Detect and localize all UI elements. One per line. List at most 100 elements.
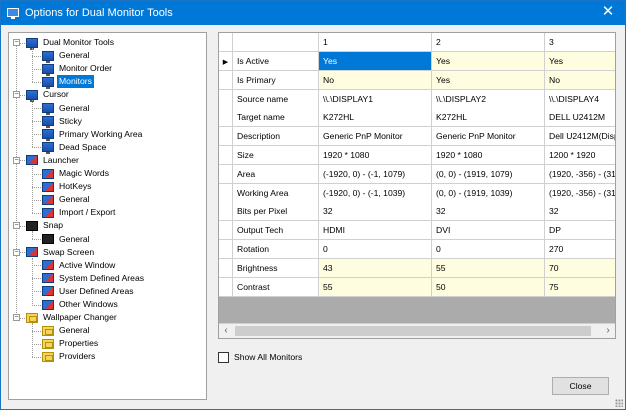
cell-target-name-monitor-2[interactable]: K272HL — [432, 108, 545, 128]
cell-is-active-monitor-3[interactable]: Yes — [545, 52, 615, 71]
cell-bits-per-pixel-monitor-3[interactable]: 32 — [545, 202, 615, 222]
tree-item-sticky[interactable]: Sticky — [57, 115, 84, 128]
collapse-icon[interactable]: − — [13, 222, 20, 230]
cell-description-monitor-2[interactable]: Generic PnP Monitor — [432, 127, 545, 147]
cell-rotation-monitor-1[interactable]: 0 — [319, 240, 432, 259]
tree-item-general[interactable]: General — [57, 102, 92, 115]
cell-is-primary-monitor-3[interactable]: No — [545, 70, 615, 90]
cell-target-name-monitor-1[interactable]: K272HL — [319, 108, 432, 128]
row-header[interactable] — [219, 146, 233, 165]
row-header[interactable] — [219, 183, 233, 203]
cell-size-monitor-1[interactable]: 1920 * 1080 — [319, 146, 432, 165]
cell-working-area-monitor-3[interactable]: (1920, -356) - (31 — [545, 183, 615, 203]
property-name-source-name: Source name — [233, 89, 319, 109]
row-header[interactable]: ▶ — [219, 52, 233, 71]
cell-rotation-monitor-2[interactable]: 0 — [432, 240, 545, 259]
tree-item-user-defined-areas[interactable]: User Defined Areas — [57, 285, 136, 298]
tree-item-launcher[interactable]: Launcher — [41, 154, 81, 167]
horizontal-scrollbar[interactable]: ‹ › — [219, 323, 615, 338]
tree-item-hotkeys[interactable]: HotKeys — [57, 180, 93, 193]
tree-item-properties[interactable]: Properties — [57, 337, 100, 350]
tree-item-providers[interactable]: Providers — [57, 350, 97, 363]
row-header[interactable] — [219, 108, 233, 128]
cell-bits-per-pixel-monitor-2[interactable]: 32 — [432, 202, 545, 222]
cell-output-tech-monitor-1[interactable]: HDMI — [319, 221, 432, 241]
cell-source-name-monitor-1[interactable]: \\.\DISPLAY1 — [319, 89, 432, 109]
grid-corner-header[interactable] — [219, 33, 233, 52]
cell-is-primary-monitor-2[interactable]: Yes — [432, 70, 545, 90]
tree-item-wallpaper-changer[interactable]: Wallpaper Changer — [41, 311, 119, 324]
row-header[interactable] — [219, 240, 233, 259]
cell-is-active-monitor-1[interactable]: Yes — [319, 52, 432, 71]
monitors-grid[interactable]: 1 2 3 ▶ Is Active Yes Yes Yes Is Primary No Yes No S… — [218, 32, 616, 339]
row-header[interactable] — [219, 164, 233, 184]
cell-bits-per-pixel-monitor-1[interactable]: 32 — [319, 202, 432, 222]
row-header[interactable] — [219, 89, 233, 109]
cell-area-monitor-2[interactable]: (0, 0) - (1919, 1079) — [432, 164, 545, 184]
cell-brightness-monitor-3[interactable]: 70 — [545, 258, 615, 278]
grid-property-header[interactable] — [233, 33, 319, 52]
collapse-icon[interactable]: − — [13, 314, 20, 322]
tree-item-import-export[interactable]: Import / Export — [57, 206, 117, 219]
cell-contrast-monitor-2[interactable]: 50 — [432, 277, 545, 297]
cell-description-monitor-3[interactable]: Dell U2412M(Disp — [545, 127, 615, 147]
cell-area-monitor-3[interactable]: (1920, -356) - (31 — [545, 164, 615, 184]
cell-brightness-monitor-2[interactable]: 55 — [432, 258, 545, 278]
cell-working-area-monitor-2[interactable]: (0, 0) - (1919, 1039) — [432, 183, 545, 203]
tree-item-magic-words[interactable]: Magic Words — [57, 167, 111, 180]
row-header[interactable] — [219, 70, 233, 90]
cell-output-tech-monitor-2[interactable]: DVI — [432, 221, 545, 241]
wallpaper-icon — [42, 325, 54, 336]
cell-rotation-monitor-3[interactable]: 270 — [545, 240, 615, 259]
close-icon[interactable]: ✕ — [599, 3, 617, 21]
cell-description-monitor-1[interactable]: Generic PnP Monitor — [319, 127, 432, 147]
resize-grip[interactable] — [615, 399, 623, 407]
cell-contrast-monitor-1[interactable]: 55 — [319, 277, 432, 297]
tree-item-general[interactable]: General — [57, 324, 92, 337]
options-tree[interactable]: Dual Monitor Tools − General Monitor Order M… — [8, 32, 207, 400]
row-header[interactable] — [219, 277, 233, 297]
collapse-icon[interactable]: − — [13, 91, 20, 99]
grid-column-header-3[interactable]: 3 — [545, 33, 615, 52]
row-header[interactable] — [219, 202, 233, 222]
tree-item-general[interactable]: General — [57, 193, 92, 206]
tree-item-dead-space[interactable]: Dead Space — [57, 141, 108, 154]
show-all-monitors-checkbox[interactable] — [218, 352, 229, 363]
cell-is-active-monitor-2[interactable]: Yes — [432, 52, 545, 71]
scroll-thumb[interactable] — [235, 326, 591, 336]
tree-item-snap[interactable]: Snap — [41, 219, 65, 232]
cell-is-primary-monitor-1[interactable]: No — [319, 70, 432, 90]
scroll-left-icon[interactable]: ‹ — [219, 324, 233, 338]
tree-item-cursor[interactable]: Cursor — [41, 88, 71, 101]
cell-area-monitor-1[interactable]: (-1920, 0) - (-1, 1079) — [319, 164, 432, 184]
row-header[interactable] — [219, 221, 233, 241]
tree-item-general[interactable]: General — [57, 49, 92, 62]
collapse-icon[interactable]: − — [13, 39, 20, 46]
tree-item-swap-screen[interactable]: Swap Screen — [41, 246, 96, 259]
cell-brightness-monitor-1[interactable]: 43 — [319, 258, 432, 278]
tree-item-system-defined-areas[interactable]: System Defined Areas — [57, 272, 146, 285]
cell-source-name-monitor-2[interactable]: \\.\DISPLAY2 — [432, 89, 545, 109]
tree-item-monitors[interactable]: Monitors — [57, 75, 94, 89]
tree-item-other-windows[interactable]: Other Windows — [57, 298, 120, 311]
cell-output-tech-monitor-3[interactable]: DP — [545, 221, 615, 241]
tree-item-general[interactable]: General — [57, 233, 92, 246]
tree-item-dual-monitor-tools[interactable]: Dual Monitor Tools — [41, 36, 116, 49]
tree-item-monitor-order[interactable]: Monitor Order — [57, 62, 114, 75]
row-header[interactable] — [219, 127, 233, 147]
tree-item-active-window[interactable]: Active Window — [57, 259, 117, 272]
cell-source-name-monitor-3[interactable]: \\.\DISPLAY4 — [545, 89, 615, 109]
collapse-icon[interactable]: − — [13, 156, 20, 164]
grid-column-header-1[interactable]: 1 — [319, 33, 432, 52]
cell-working-area-monitor-1[interactable]: (-1920, 0) - (-1, 1039) — [319, 183, 432, 203]
collapse-icon[interactable]: − — [13, 248, 20, 256]
grid-column-header-2[interactable]: 2 — [432, 33, 545, 52]
tree-item-primary-working-area[interactable]: Primary Working Area — [57, 128, 144, 141]
cell-contrast-monitor-3[interactable]: 75 — [545, 277, 615, 297]
row-header[interactable] — [219, 258, 233, 278]
cell-size-monitor-2[interactable]: 1920 * 1080 — [432, 146, 545, 165]
close-button[interactable]: Close — [552, 377, 609, 395]
cell-target-name-monitor-3[interactable]: DELL U2412M — [545, 108, 615, 128]
cell-size-monitor-3[interactable]: 1200 * 1920 — [545, 146, 615, 165]
scroll-right-icon[interactable]: › — [601, 324, 615, 338]
